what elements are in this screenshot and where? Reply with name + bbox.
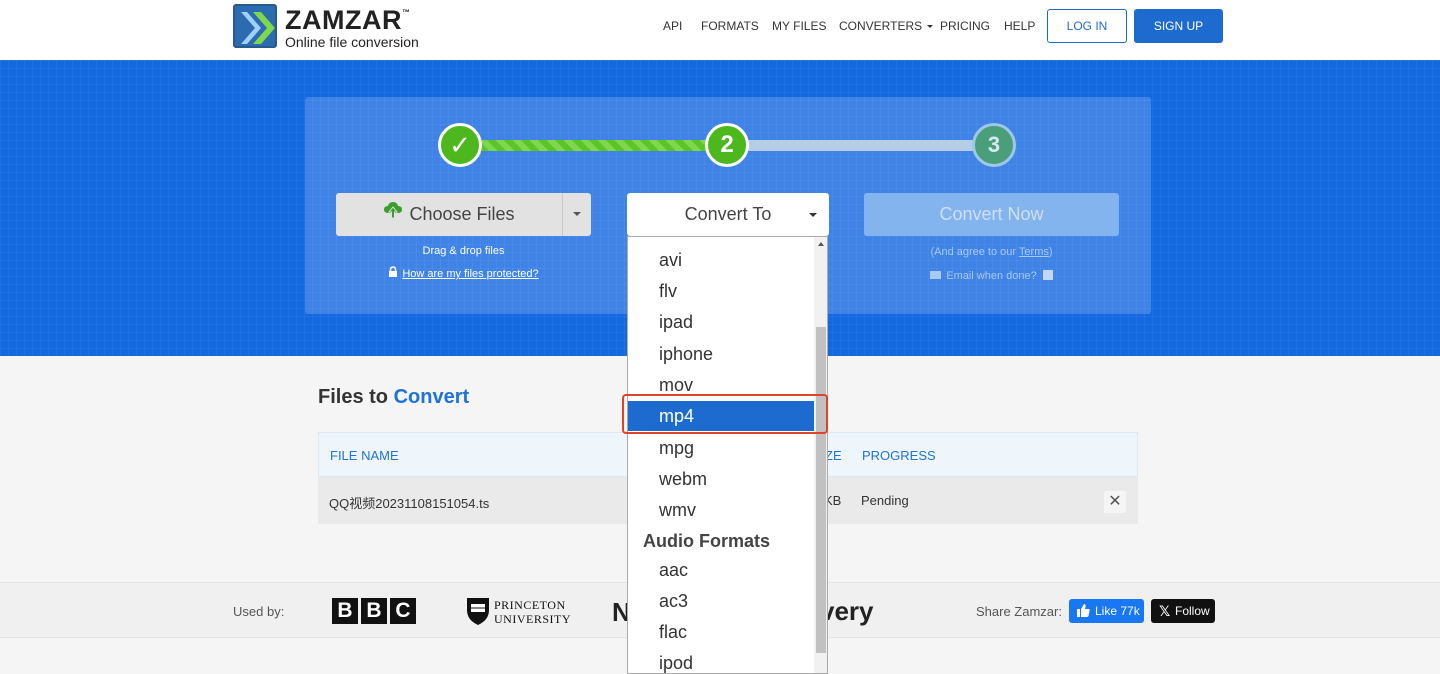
choose-files-button-group: Choose Files <box>336 193 591 236</box>
drag-drop-text: Drag & drop files <box>422 245 505 257</box>
files-protected-link[interactable]: How are my files protected? <box>336 266 591 281</box>
format-option-iphone[interactable]: iphone <box>628 339 814 369</box>
format-option-webm[interactable]: webm <box>628 464 814 494</box>
x-follow-button[interactable]: 𝕏 Follow <box>1151 599 1215 623</box>
logo-arrows-icon <box>233 4 277 48</box>
nav-formats[interactable]: FORMATS <box>701 19 759 33</box>
email-checkbox[interactable] <box>1042 270 1053 281</box>
discovery-logo-fragment: very <box>820 596 874 626</box>
facebook-like-button[interactable]: Like 77k <box>1069 599 1144 623</box>
caret-down-icon <box>809 213 817 217</box>
email-when-done: Email when done? <box>864 270 1119 282</box>
nav-help[interactable]: HELP <box>1004 19 1035 33</box>
progress-bar-step2-3 <box>747 140 974 151</box>
scroll-up-arrow-icon[interactable] <box>818 242 824 246</box>
format-option-ipad[interactable]: ipad <box>628 307 814 337</box>
zamzar-logo[interactable]: ZAMZAR™ Online file conversion <box>233 4 433 50</box>
col-progress: PROGRESS <box>862 448 936 463</box>
like-count: Like 77k <box>1095 604 1140 618</box>
progress-cell: Pending <box>861 493 909 508</box>
files-to-convert-title: Files to Convert <box>318 386 470 408</box>
format-option-avi[interactable]: avi <box>628 245 814 275</box>
used-by-label: Used by: <box>233 604 285 619</box>
signup-button[interactable]: SIGN UP <box>1134 9 1223 43</box>
nav-my-files[interactable]: MY FILES <box>772 19 826 33</box>
step-2-indicator: 2 <box>705 123 749 167</box>
logo-tagline: Online file conversion <box>285 34 419 50</box>
format-option-ipod[interactable]: ipod <box>628 648 814 673</box>
lock-icon <box>388 266 398 280</box>
audio-formats-group-label: Audio Formats <box>643 531 771 551</box>
format-option-wmv[interactable]: wmv <box>628 495 814 525</box>
convert-to-select[interactable]: Convert To <box>627 193 829 236</box>
format-option-flv[interactable]: flv <box>628 276 814 306</box>
nav-api[interactable]: API <box>663 19 682 33</box>
agree-terms-text: (And agree to our Terms) <box>930 246 1053 258</box>
remove-file-button[interactable]: ✕ <box>1104 491 1126 513</box>
envelope-icon <box>930 271 942 280</box>
files-protected-text: How are my files protected? <box>402 267 539 280</box>
convert-now-button[interactable]: Convert Now <box>864 193 1119 236</box>
convert-to-label: Convert To <box>684 204 772 224</box>
step-1-check-icon: ✓ <box>438 123 482 167</box>
choose-files-button[interactable]: Choose Files <box>336 193 562 236</box>
header: ZAMZAR™ Online file conversion API FORMA… <box>0 0 1440 60</box>
princeton-shield-icon <box>467 598 489 625</box>
format-option-mp4[interactable]: mp4 <box>628 401 814 431</box>
file-name-cell: QQ视频20231108151054.ts <box>329 496 490 511</box>
nav-converters-label: CONVERTERS <box>839 19 923 33</box>
bbc-logo: BBC <box>332 598 419 624</box>
format-option-mov[interactable]: mov <box>628 370 814 400</box>
share-label: Share Zamzar: <box>976 604 1062 619</box>
col-file-name: FILE NAME <box>330 448 399 463</box>
format-option-flac[interactable]: flac <box>628 617 814 647</box>
terms-link[interactable]: Terms <box>1019 246 1049 258</box>
caret-down-icon <box>573 212 581 216</box>
email-label: Email when done? <box>946 270 1037 282</box>
nav-converters[interactable]: CONVERTERS <box>839 19 934 33</box>
step-3-indicator: 3 <box>972 123 1016 167</box>
follow-label: Follow <box>1175 604 1210 618</box>
x-logo-icon: 𝕏 <box>1159 603 1171 619</box>
caret-down-icon <box>927 25 934 29</box>
login-button[interactable]: LOG IN <box>1047 9 1127 43</box>
nav-pricing[interactable]: PRICING <box>940 19 990 33</box>
dropdown-scrollbar[interactable] <box>814 237 827 673</box>
thumbs-up-icon <box>1077 604 1090 617</box>
choose-files-dropdown-toggle[interactable] <box>562 193 591 236</box>
scrollbar-thumb[interactable] <box>816 327 826 653</box>
format-option-mpg[interactable]: mpg <box>628 433 814 463</box>
progress-bar-step1-2 <box>481 140 707 151</box>
choose-files-label: Choose Files <box>409 204 515 224</box>
format-option-ac3[interactable]: ac3 <box>628 586 814 616</box>
cloud-upload-icon <box>383 192 403 235</box>
format-option-aac[interactable]: aac <box>628 555 814 585</box>
convert-to-dropdown-list[interactable]: avi flv ipad iphone mov mp4 mpg webm wmv… <box>627 236 828 674</box>
logo-name: ZAMZAR™ <box>285 5 411 35</box>
